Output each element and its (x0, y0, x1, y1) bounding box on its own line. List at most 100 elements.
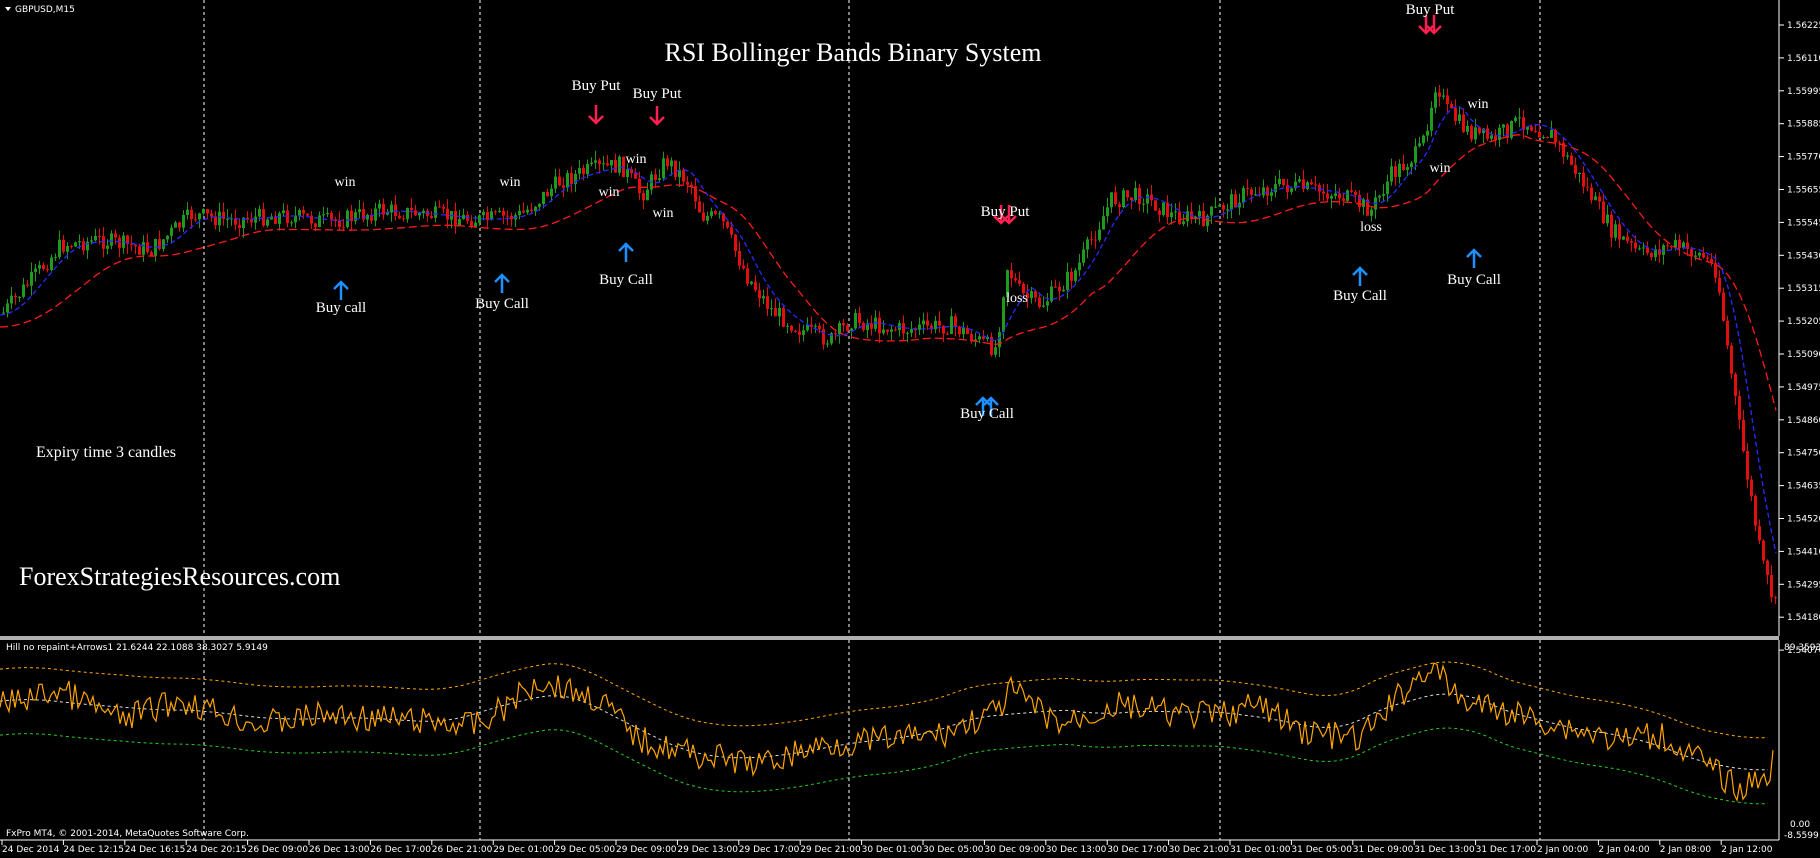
candle-body (1210, 206, 1213, 216)
time-tick-label: 30 Dec 13:00 (1046, 845, 1107, 855)
candle-body (42, 265, 45, 270)
indicator-pane[interactable]: Hill no repaint+Arrows1 21.6244 22.1088 … (0, 640, 1820, 841)
time-tick-label: 26 Dec 21:00 (432, 845, 493, 855)
indicator-line (0, 662, 1774, 803)
candle-body (778, 308, 781, 317)
candle-body (1062, 289, 1065, 292)
candle-body (66, 246, 69, 252)
candle-body (1414, 146, 1417, 163)
candle-body (922, 320, 925, 325)
candle-body (606, 163, 609, 166)
candle-body (1758, 525, 1761, 541)
time-axis[interactable]: 24 Dec 2014 24 Dec 12:15 24 Dec 16:15 24 De… (0, 839, 1779, 855)
candle-body (262, 209, 265, 226)
candle-body (1322, 191, 1325, 194)
candle-body (1162, 202, 1165, 215)
candle-body (194, 219, 197, 221)
result-win: win (1468, 97, 1489, 112)
time-tick-label: 29 Dec 17:00 (739, 845, 800, 855)
candle-body (706, 215, 709, 221)
candle-body (1622, 236, 1625, 240)
price-axis[interactable]: 1.56225 1.56110 1.55995 1.55885 1.55770 1.556… (1778, 0, 1820, 656)
candle-body (1610, 214, 1613, 238)
price-tick-label: 1.55655 (1787, 186, 1820, 196)
indicator-axis-mid: 0.00 (1790, 820, 1810, 830)
candle-body (1442, 95, 1445, 97)
candle-body (274, 216, 277, 224)
candle-body (202, 208, 205, 214)
candle-body (290, 222, 293, 224)
candle-body (1490, 135, 1493, 139)
candle-body (1742, 419, 1745, 452)
candle-body (258, 209, 261, 217)
result-win: win (653, 206, 674, 221)
candle-body (802, 330, 805, 335)
candle-body (658, 178, 661, 181)
mt4-chart-window[interactable]: Buy call Buy Call Buy Put Buy Put Buy Call Bu… (0, 0, 1820, 858)
candle-body (1370, 209, 1373, 216)
candle-body (1614, 224, 1617, 238)
candle-body (2, 312, 5, 314)
candle-body (886, 329, 889, 332)
candle-body (1542, 137, 1545, 139)
candle-body (906, 332, 909, 334)
signal-label: Buy Call (1447, 272, 1501, 288)
candle-body (530, 209, 533, 212)
candle-body (382, 203, 385, 215)
candle-body (1134, 187, 1137, 201)
candle-body (254, 216, 257, 223)
main-price-pane[interactable]: Buy call Buy Call Buy Put Buy Put Buy Call Bu… (0, 0, 1779, 636)
signal-label: Buy Put (572, 78, 622, 94)
candle-body (1722, 292, 1725, 321)
candle-body (430, 215, 433, 218)
candle-body (1618, 224, 1621, 240)
candle-body (1102, 216, 1105, 230)
candle-body (762, 296, 765, 299)
candle-body (834, 333, 837, 335)
candle-body (78, 241, 81, 243)
candle-body (1230, 194, 1233, 210)
candle-body (542, 191, 545, 204)
candle-body (1750, 479, 1753, 496)
candle-body (418, 213, 421, 216)
candle-body (478, 215, 481, 223)
candle-body (1466, 126, 1469, 132)
candle-body (318, 215, 321, 227)
candle-body (1030, 291, 1033, 299)
signal-label: Buy Call (1333, 288, 1387, 304)
candle-body (826, 343, 829, 345)
candle-body (546, 191, 549, 197)
candle-body (890, 329, 893, 332)
time-tick-label: 31 Dec 05:00 (1291, 845, 1352, 855)
candle-body (462, 214, 465, 220)
price-tick-label: 1.55995 (1787, 87, 1820, 97)
candle-body (1470, 126, 1473, 140)
candle-body (1590, 187, 1593, 201)
candle-body (578, 168, 581, 174)
candle-body (410, 207, 413, 211)
candle-body (614, 160, 617, 173)
candle-body (298, 210, 301, 216)
copyright-footer: FxPro MT4, © 2001-2014, MetaQuotes Softw… (6, 829, 249, 839)
candle-body (878, 317, 881, 334)
candle-body (926, 320, 929, 326)
price-tick-label: 1.55545 (1787, 218, 1820, 228)
time-tick-label: 2 Jan 12:00 (1721, 845, 1773, 855)
candle-body (870, 323, 873, 329)
pane-separator[interactable] (0, 636, 1779, 640)
time-tick-label: 30 Dec 17:00 (1107, 845, 1168, 855)
candle-body (758, 290, 761, 299)
candle-body (538, 203, 541, 207)
candle-body (1650, 253, 1653, 258)
candle-body (1718, 277, 1721, 293)
candle-body (1138, 187, 1141, 204)
candle-body (754, 281, 757, 291)
candle-body (502, 210, 505, 216)
candle-body (566, 173, 569, 188)
candle-body (1502, 124, 1505, 128)
candle-body (378, 203, 381, 209)
candle-body (102, 236, 105, 249)
candle-body (846, 325, 849, 331)
candle-body (342, 227, 345, 229)
candle-body (634, 173, 637, 179)
